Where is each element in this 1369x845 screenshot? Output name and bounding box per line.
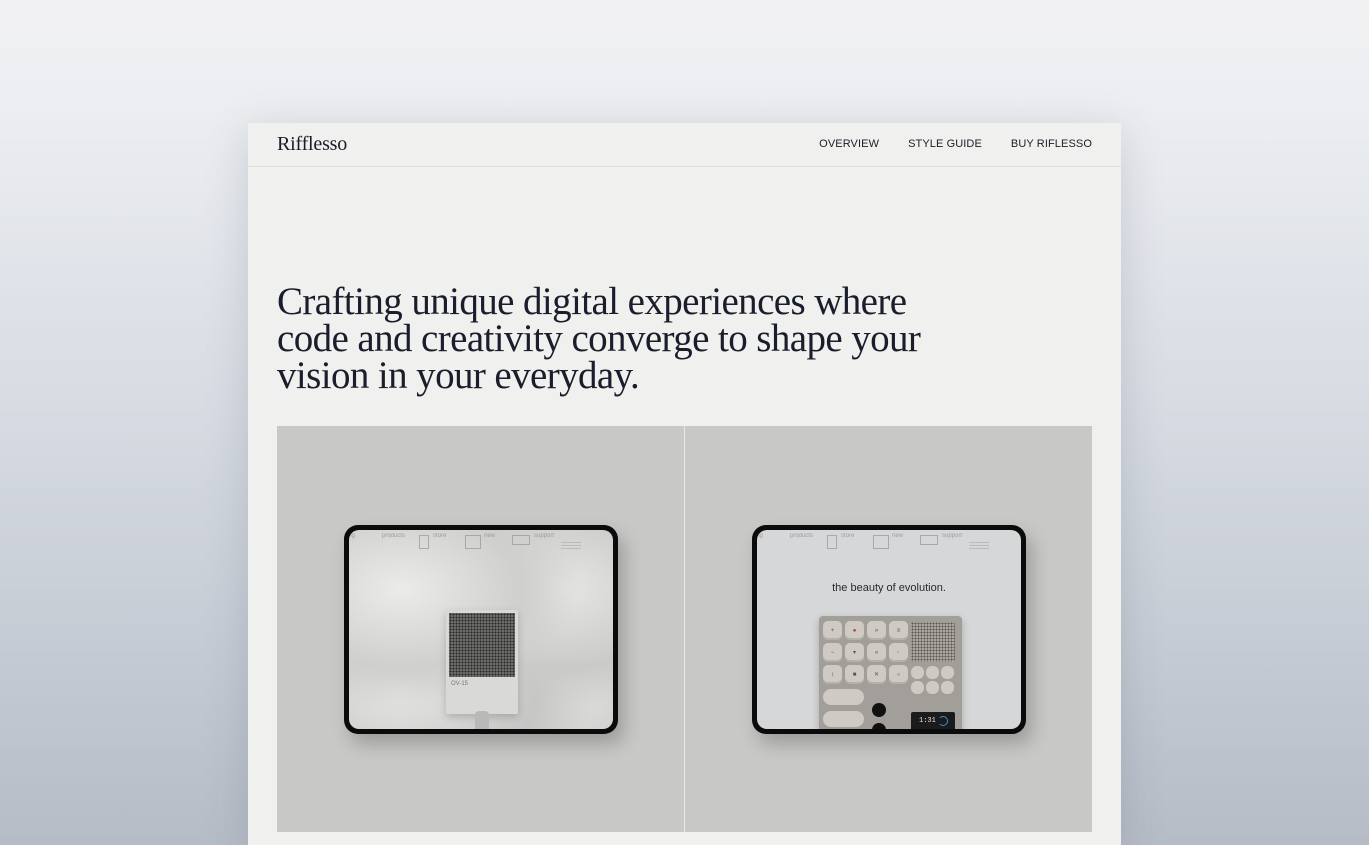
mini-nav-item: new (484, 533, 496, 539)
small-key (911, 666, 924, 679)
record-key-icon: ● (845, 621, 864, 640)
tablet-screen: ring products store new support the beau… (757, 530, 1021, 729)
keypad-key: ✕ (867, 665, 886, 684)
mini-site-nav: ring products store new support (757, 530, 1021, 556)
stop-key-icon: ■ (845, 665, 864, 684)
wide-key (823, 689, 864, 705)
keypad-key: ↕ (823, 665, 842, 684)
mini-nav-box (465, 535, 481, 549)
mini-nav-item: products (790, 533, 814, 539)
small-key (941, 681, 954, 694)
mini-nav-item: products (382, 533, 406, 539)
mini-nav-item: ring (757, 533, 764, 539)
mini-nav-item: ring (349, 533, 356, 539)
showcase-panel-right[interactable]: ring products store new support the beau… (685, 426, 1092, 832)
mini-nav-item: support (942, 533, 963, 539)
hero-heading: Crafting unique digital experiences wher… (277, 280, 921, 397)
tablet-screen: ring products store new support OV-15 (349, 530, 613, 729)
keypad-key: « (867, 643, 886, 662)
tablet-mockup: ring products store new support OV-15 (344, 525, 618, 734)
keypad-grid: + ● » ≡ − ▾ « ◦ ↕ ■ ✕ ○ (823, 621, 908, 684)
speaker-grille (449, 613, 515, 677)
progress-ring-icon (938, 716, 948, 726)
mini-nav-box (873, 535, 889, 549)
keypad-key: + (823, 621, 842, 640)
display-readout: 1:31 (919, 717, 936, 725)
small-key (926, 666, 939, 679)
keypad-device: + ● » ≡ − ▾ « ◦ ↕ ■ ✕ ○ 1:31 (819, 616, 962, 729)
small-key (941, 666, 954, 679)
main-nav: OVERVIEW STYLE GUIDE BUY RIFLESSO (819, 138, 1092, 150)
keypad-key: » (867, 621, 886, 640)
brand-logo[interactable]: Rifflesso (277, 133, 347, 156)
mini-nav-item: store (433, 533, 447, 539)
mini-nav-item: support (534, 533, 555, 539)
mini-nav-box (827, 535, 837, 549)
mini-nav-box (920, 535, 938, 545)
small-key (911, 681, 924, 694)
product-label: OV-15 (451, 681, 469, 687)
nav-buy-link[interactable]: BUY RIFLESSO (1011, 138, 1092, 150)
small-keys (911, 666, 954, 694)
tablet-mockup: ring products store new support the beau… (752, 525, 1026, 734)
screen-caption: the beauty of evolution. (832, 582, 946, 594)
mini-nav-lines (561, 542, 581, 550)
small-key (926, 681, 939, 694)
device-display: 1:31 (911, 712, 955, 729)
speaker-product: OV-15 (446, 610, 518, 714)
showcase-panel-left[interactable]: ring products store new support OV-15 (277, 426, 684, 832)
device-speaker-grille (911, 622, 955, 662)
page-card: Rifflesso OVERVIEW STYLE GUIDE BUY RIFLE… (248, 123, 1121, 845)
mini-nav-item: new (892, 533, 904, 539)
keypad-key: ▾ (845, 643, 864, 662)
keypad-key: ≡ (889, 621, 908, 640)
nav-style-guide-link[interactable]: STYLE GUIDE (908, 138, 982, 150)
mini-nav-lines (969, 542, 989, 550)
wide-key (823, 711, 864, 727)
mini-nav-box (419, 535, 429, 549)
knob-dot (872, 723, 886, 729)
nav-overview-link[interactable]: OVERVIEW (819, 138, 879, 150)
showcase-gallery: ring products store new support OV-15 (277, 426, 1092, 832)
top-navbar: Rifflesso OVERVIEW STYLE GUIDE BUY RIFLE… (248, 123, 1121, 167)
keypad-key: − (823, 643, 842, 662)
stand-knob (475, 711, 489, 729)
keypad-key: ○ (889, 665, 908, 684)
mini-nav-item: store (841, 533, 855, 539)
knob-dot (872, 703, 886, 717)
keypad-key: ◦ (889, 643, 908, 662)
mini-nav-box (512, 535, 530, 545)
mini-site-nav: ring products store new support (349, 530, 613, 556)
